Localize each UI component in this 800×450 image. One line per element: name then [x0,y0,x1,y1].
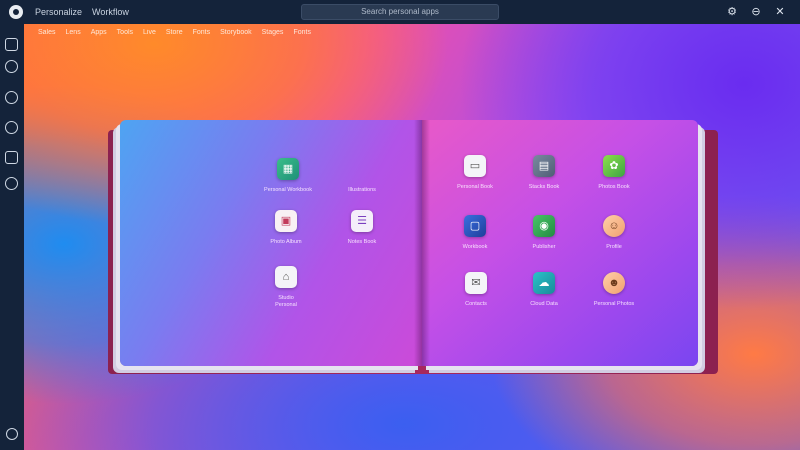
app-profile[interactable]: ☺ Profile [584,215,644,250]
refresh-icon[interactable] [5,60,18,73]
window-controls: ⚙ ⊖ ✕ [726,4,786,20]
photos-icon: ✿ [603,155,625,177]
menu-item[interactable]: Store [166,29,183,36]
desktop-app: Personalize Workflow ⚙ ⊖ ✕ Sales Lens Ap… [0,0,800,450]
stack-icon: ▤ [533,155,555,177]
document-icon: ▭ [464,155,486,177]
menu-item[interactable]: Tools [117,29,133,36]
settings-gear-icon[interactable] [5,177,18,190]
studio-icon: ⌂ [275,266,297,288]
app-logo-icon[interactable] [9,5,23,19]
contacts-icon: ✉ [465,272,487,294]
settings-icon[interactable]: ⚙ [726,4,738,20]
top-menu: Sales Lens Apps Tools Live Store Fonts S… [38,29,311,36]
app-photos-book[interactable]: ✿ Photos Book [584,155,644,190]
window-subtitle: Workflow [92,7,129,17]
cloud-icon: ☁ [533,272,555,294]
menu-item[interactable]: Apps [91,29,107,36]
app-illustrations[interactable]: Illustrations [332,158,392,193]
app-photo-album[interactable]: ▣ Photo Album [256,210,316,245]
play-icon[interactable] [5,121,18,134]
title-bar: Personalize Workflow ⚙ ⊖ ✕ [0,0,800,24]
publisher-icon: ◉ [533,215,555,237]
minimize-icon[interactable]: ⊖ [750,4,762,20]
spreadsheet-icon: ▦ [277,158,299,180]
app-cloud-data[interactable]: ☁ Cloud Data [514,272,574,307]
menu-item[interactable]: Fonts [293,29,311,36]
bag-icon[interactable] [5,151,18,164]
sidebar [0,24,24,450]
app-publisher[interactable]: ◉ Publisher [514,215,574,250]
search-input[interactable] [301,4,499,20]
menu-item[interactable]: Storybook [220,29,252,36]
notes-icon: ☰ [351,210,373,232]
book-spine [414,120,430,366]
menu-item[interactable]: Stages [262,29,284,36]
app-stacks-book[interactable]: ▤ Stacks Book [514,155,574,190]
app-contacts[interactable]: ✉ Contacts [446,272,506,307]
menu-item[interactable]: Live [143,29,156,36]
menu-item[interactable]: Sales [38,29,56,36]
app-personal-workbook[interactable]: ▦ Personal Workbook [258,158,318,193]
menu-item[interactable]: Lens [66,29,81,36]
app-workbook[interactable]: ▢ Workbook [445,215,505,250]
help-icon[interactable] [6,428,18,440]
app-studio[interactable]: ⌂ Studio Personal [256,266,316,308]
app-personal-photos[interactable]: ☻ Personal Photos [584,272,644,307]
menu-item[interactable]: Fonts [193,29,211,36]
calendar-icon[interactable] [5,38,18,51]
window-icon: ▢ [464,215,486,237]
person-icon: ☻ [603,272,625,294]
window-title: Personalize [35,7,83,17]
clock-icon[interactable] [5,91,18,104]
app-notes-book[interactable]: ☰ Notes Book [332,210,392,245]
app-personal-book[interactable]: ▭ Personal Book [445,155,505,190]
person-icon: ☺ [603,215,625,237]
photo-frame-icon: ▣ [275,210,297,232]
close-icon[interactable]: ✕ [774,4,786,20]
